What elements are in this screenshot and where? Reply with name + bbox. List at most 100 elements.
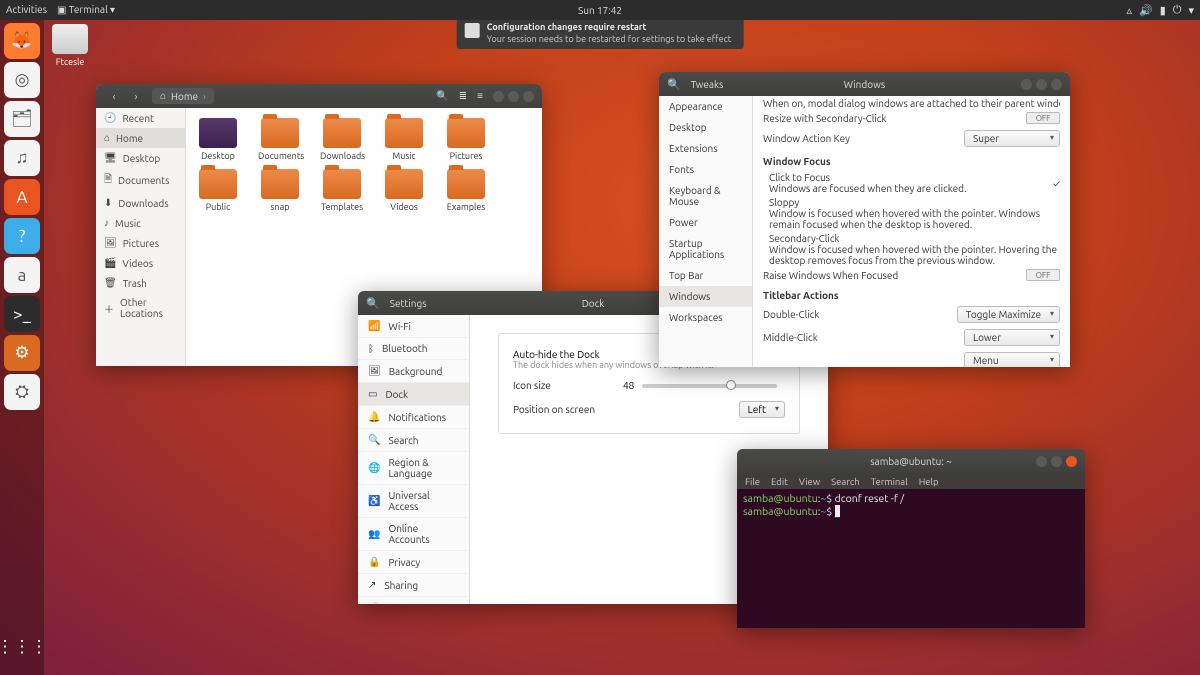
- close-button[interactable]: [523, 91, 534, 102]
- power-icon[interactable]: ⏻: [1173, 4, 1182, 17]
- menu-terminal[interactable]: Terminal: [871, 476, 908, 487]
- sidebar-item-search[interactable]: 🔍Search: [358, 429, 469, 452]
- rhythmbox-icon[interactable]: ♫: [4, 140, 40, 176]
- maximize-button[interactable]: [1051, 456, 1062, 467]
- focus-option[interactable]: Click to FocusWindows are focused when t…: [763, 169, 1060, 194]
- tweaks-titlebar[interactable]: 🔍 Tweaks Windows: [659, 72, 1070, 96]
- file-item[interactable]: Pictures: [444, 118, 488, 161]
- sidebar-item-desktop[interactable]: Desktop: [659, 117, 752, 138]
- sidebar-item-bluetooth[interactable]: ᛒBluetooth: [358, 338, 469, 360]
- minimize-button[interactable]: [493, 91, 504, 102]
- menu-search[interactable]: Search: [831, 476, 860, 487]
- double-click-combo[interactable]: Toggle Maximize: [957, 306, 1060, 323]
- sidebar-item-videos[interactable]: 🎬Videos: [96, 253, 185, 273]
- sidebar-item-workspaces[interactable]: Workspaces: [659, 307, 752, 328]
- file-item[interactable]: Videos: [382, 169, 426, 212]
- sidebar-item-windows[interactable]: Windows: [659, 286, 752, 307]
- sidebar-item-home[interactable]: ⌂Home: [96, 128, 185, 148]
- forward-button[interactable]: ›: [126, 91, 146, 102]
- terminal-menubar[interactable]: File Edit View Search Terminal Help: [737, 473, 1085, 489]
- sidebar-item-top-bar[interactable]: Top Bar: [659, 265, 752, 286]
- sidebar-item-appearance[interactable]: Appearance: [659, 96, 752, 117]
- clock[interactable]: Sun 17:42: [578, 5, 622, 16]
- secondary-click-combo[interactable]: Menu: [964, 352, 1060, 367]
- raise-windows-toggle[interactable]: OFF: [1026, 269, 1060, 281]
- sidebar-item-other-locations[interactable]: ＋Other Locations: [96, 293, 185, 323]
- sidebar-item-extensions[interactable]: Extensions: [659, 138, 752, 159]
- menu-file[interactable]: File: [745, 476, 760, 487]
- sidebar-item-universal-access[interactable]: ♿Universal Access: [358, 485, 469, 518]
- hamburger-icon[interactable]: ≡: [477, 90, 483, 102]
- tweaks-icon[interactable]: ⛭: [4, 374, 40, 410]
- sidebar-item-sharing[interactable]: ↗Sharing: [358, 574, 469, 597]
- terminal-icon[interactable]: >_: [4, 296, 40, 332]
- sidebar-item-music[interactable]: ♪Music: [96, 213, 185, 233]
- file-item[interactable]: snap: [258, 169, 302, 212]
- sidebar-item-wi-fi[interactable]: 📶Wi-Fi: [358, 315, 469, 338]
- show-apps-button[interactable]: ⋮⋮⋮: [4, 629, 40, 665]
- sidebar-item-background[interactable]: 🖼Background: [358, 360, 469, 383]
- search-icon[interactable]: 🔍: [366, 297, 380, 310]
- system-tray[interactable]: ▵ 🔊 ▮ ⏻ ▾: [1126, 4, 1194, 17]
- sidebar-item-online-accounts[interactable]: 👥Online Accounts: [358, 518, 469, 551]
- file-item[interactable]: Desktop: [196, 118, 240, 161]
- settings-icon[interactable]: ⚙: [4, 335, 40, 371]
- back-button[interactable]: ‹: [104, 91, 124, 102]
- sidebar-item-notifications[interactable]: 🔔Notifications: [358, 406, 469, 429]
- sidebar-item-pictures[interactable]: 🖼Pictures: [96, 233, 185, 253]
- files-titlebar[interactable]: ‹ › ⌂ Home › 🔍 ≣ ≡: [96, 84, 542, 108]
- sidebar-item-fonts[interactable]: Fonts: [659, 159, 752, 180]
- sidebar-item-startup-applications[interactable]: Startup Applications: [659, 233, 752, 265]
- maximize-button[interactable]: [508, 91, 519, 102]
- sidebar-item-downloads[interactable]: ⬇Downloads: [96, 193, 185, 213]
- minimize-button[interactable]: [1036, 456, 1047, 467]
- close-button[interactable]: [1051, 79, 1062, 90]
- battery-icon[interactable]: ▮: [1160, 4, 1166, 17]
- terminal-titlebar[interactable]: samba@ubuntu: ~: [737, 449, 1085, 473]
- sidebar-item-keyboard-mouse[interactable]: Keyboard & Mouse: [659, 180, 752, 212]
- activities-button[interactable]: Activities: [6, 4, 47, 16]
- terminal-body[interactable]: samba@ubuntu:~$ dconf reset -f / samba@u…: [737, 489, 1085, 628]
- firefox-icon[interactable]: 🦊: [4, 23, 40, 59]
- iconsize-slider[interactable]: [642, 384, 777, 388]
- focus-option[interactable]: SloppyWindow is focused when hovered wit…: [763, 194, 1060, 230]
- close-button[interactable]: [1066, 456, 1077, 467]
- sidebar-item-recent[interactable]: 🕘Recent: [96, 108, 185, 128]
- file-item[interactable]: Public: [196, 169, 240, 212]
- maximize-button[interactable]: [1036, 79, 1047, 90]
- sidebar-item-region-language[interactable]: 🌐Region & Language: [358, 452, 469, 485]
- file-item[interactable]: Examples: [444, 169, 488, 212]
- thunderbird-icon[interactable]: ◎: [4, 62, 40, 98]
- amazon-icon[interactable]: a: [4, 257, 40, 293]
- path-bar[interactable]: ⌂ Home ›: [152, 88, 214, 104]
- menu-view[interactable]: View: [799, 476, 820, 487]
- sidebar-item-desktop[interactable]: 🖥Desktop: [96, 148, 185, 168]
- focus-option[interactable]: Secondary-ClickWindow is focused when ho…: [763, 230, 1060, 266]
- sidebar-item-sound[interactable]: 🔊Sound: [358, 597, 469, 604]
- middle-click-combo[interactable]: Lower: [964, 329, 1060, 346]
- app-menu[interactable]: ▣ Terminal ▾: [57, 4, 115, 16]
- help-icon[interactable]: ?: [4, 218, 40, 254]
- menu-edit[interactable]: Edit: [771, 476, 788, 487]
- sidebar-item-dock[interactable]: ▭Dock: [358, 383, 469, 406]
- minimize-button[interactable]: [1021, 79, 1032, 90]
- window-action-key-combo[interactable]: Super: [964, 130, 1060, 147]
- file-item[interactable]: Music: [382, 118, 426, 161]
- network-icon[interactable]: ▵: [1126, 4, 1132, 17]
- sidebar-item-privacy[interactable]: 🔒Privacy: [358, 551, 469, 574]
- files-icon[interactable]: 🗂: [4, 101, 40, 137]
- sidebar-item-power[interactable]: Power: [659, 212, 752, 233]
- search-icon[interactable]: 🔍: [667, 78, 681, 91]
- sidebar-item-documents[interactable]: 🗎Documents: [96, 168, 185, 193]
- menu-help[interactable]: Help: [919, 476, 939, 487]
- desktop-icon[interactable]: Ftcesle: [52, 24, 88, 67]
- file-item[interactable]: Templates: [320, 169, 364, 212]
- search-icon[interactable]: 🔍: [436, 90, 448, 102]
- file-item[interactable]: Documents: [258, 118, 302, 161]
- resize-secondary-toggle[interactable]: OFF: [1026, 112, 1060, 124]
- sidebar-item-trash[interactable]: 🗑Trash: [96, 273, 185, 293]
- dropdown-icon[interactable]: ▾: [1188, 4, 1194, 17]
- file-item[interactable]: Downloads: [320, 118, 364, 161]
- view-list-icon[interactable]: ≣: [459, 90, 467, 102]
- notification-banner[interactable]: Configuration changes require restart Yo…: [457, 18, 744, 49]
